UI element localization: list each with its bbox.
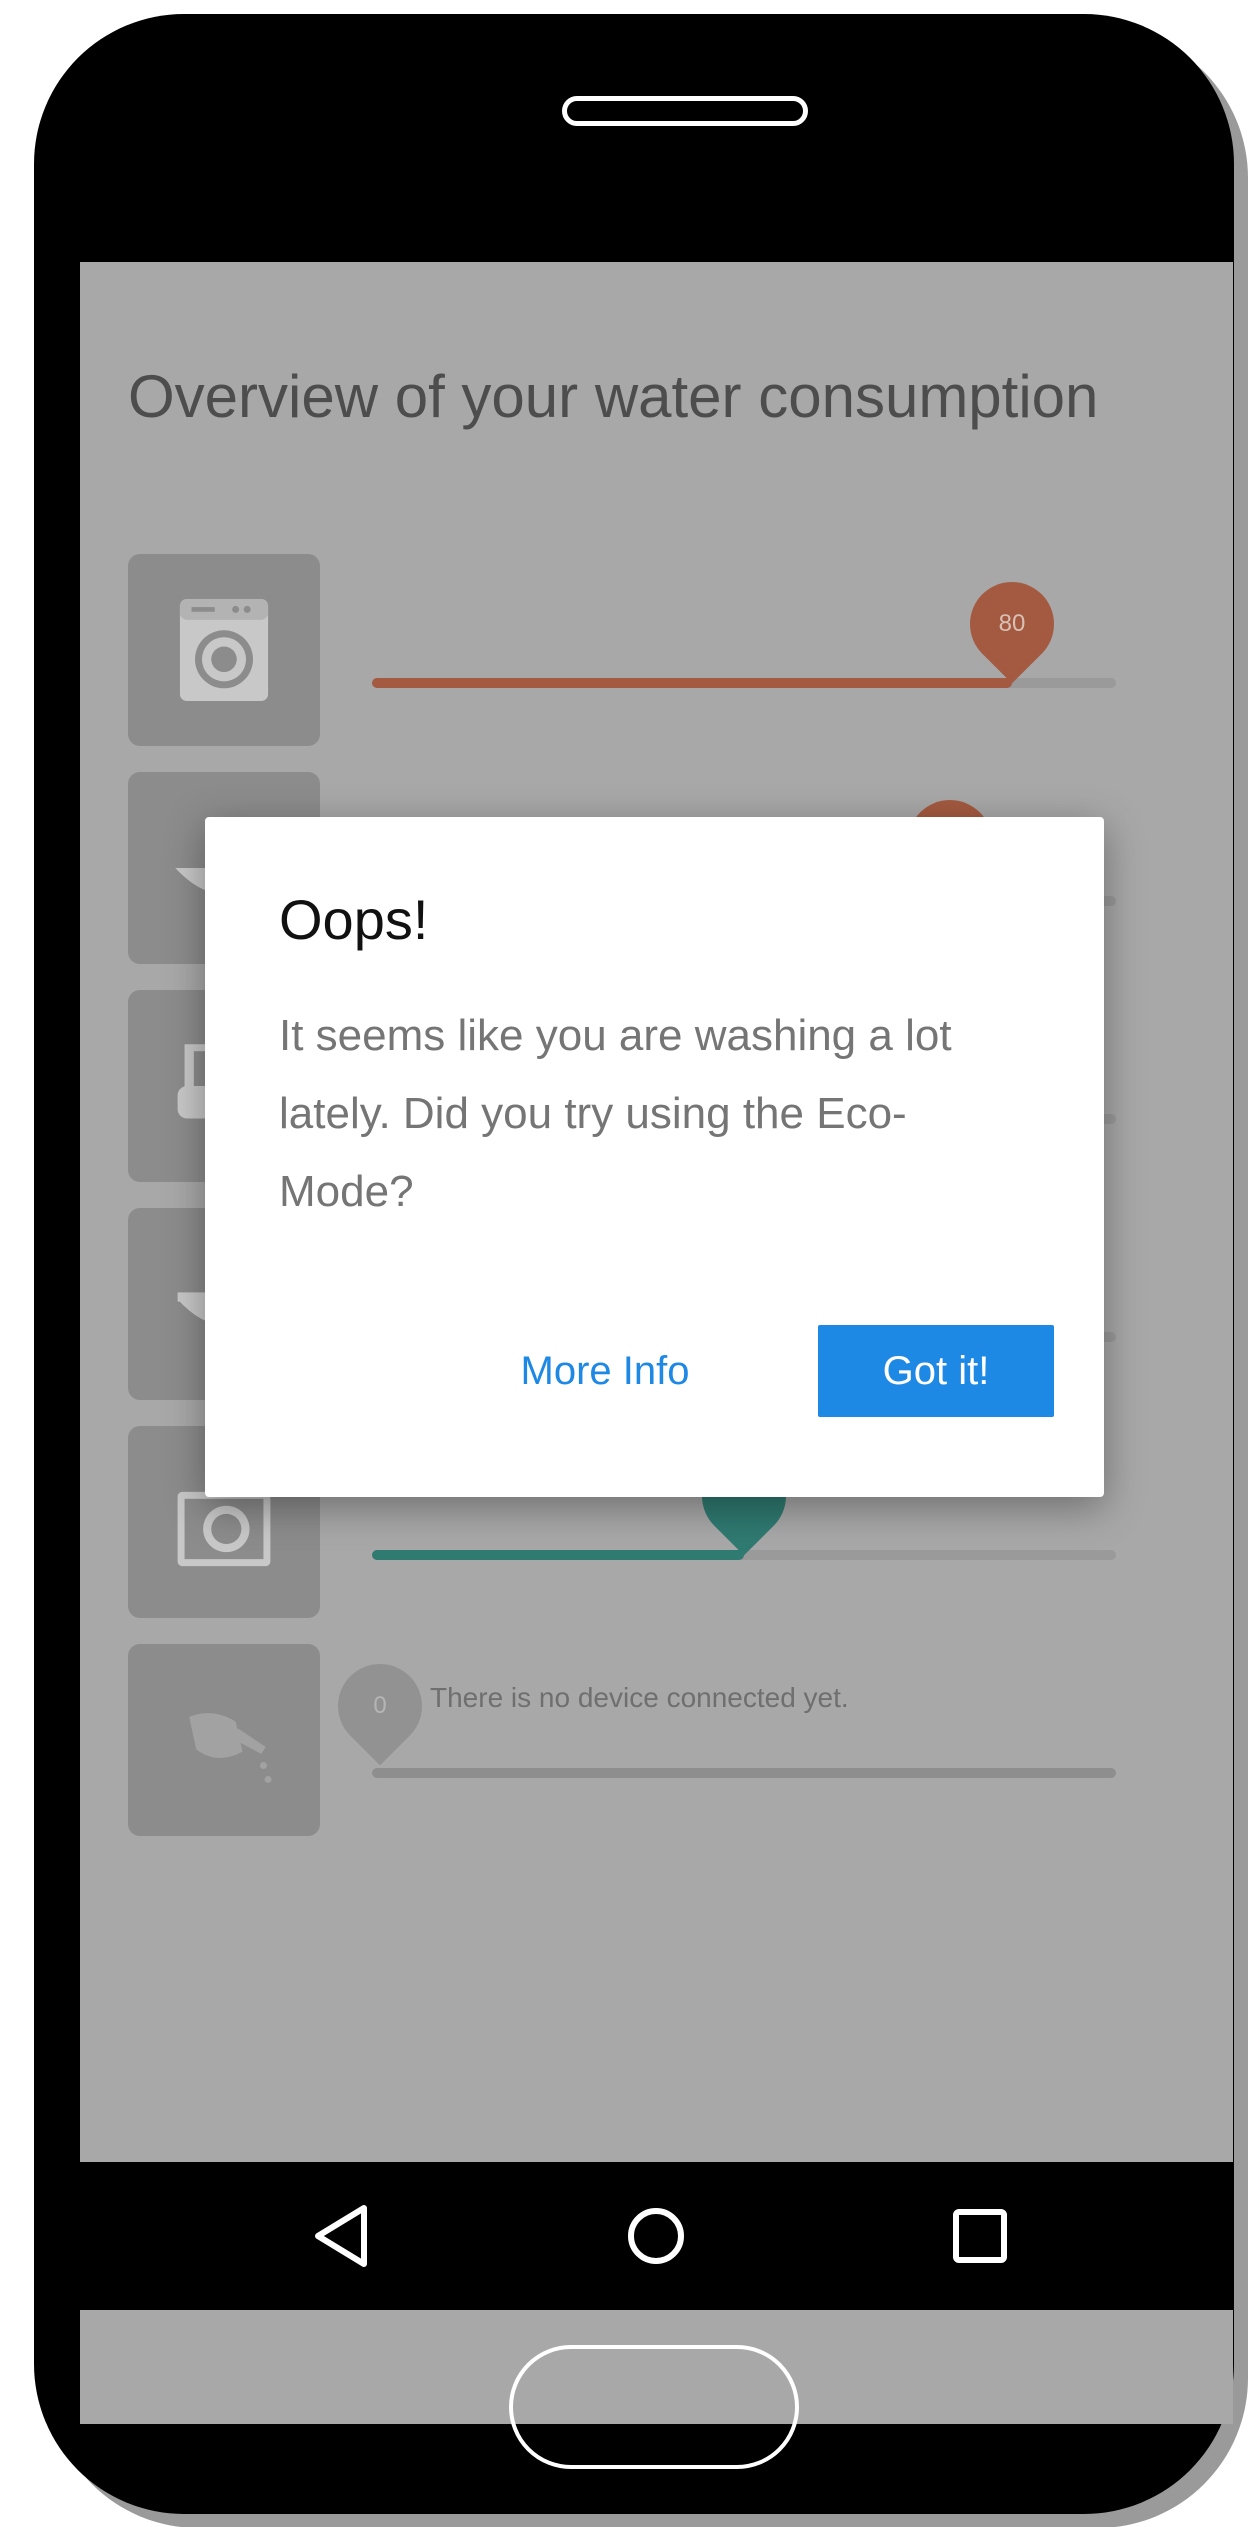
value-label: 80 xyxy=(998,610,1026,637)
slider-fill xyxy=(372,1550,744,1560)
back-icon[interactable] xyxy=(304,2198,380,2274)
page-title: Overview of your water consumption xyxy=(128,363,1099,430)
device-tile[interactable] xyxy=(128,554,320,746)
home-icon[interactable] xyxy=(618,2198,694,2274)
value-label: 0 xyxy=(373,1692,387,1719)
device-tile[interactable] xyxy=(128,1644,320,1836)
app-screen: Overview of your water consumption 80 0 … xyxy=(80,262,1233,2424)
consumption-slider[interactable] xyxy=(372,678,1116,688)
got-it-button[interactable]: Got it! xyxy=(818,1325,1054,1417)
watering-can-icon xyxy=(189,1713,272,1783)
more-info-button[interactable]: More Info xyxy=(485,1325,725,1417)
device-row-washing-machine: 80 xyxy=(128,554,1128,746)
device-row-watering-can: 0 There is no device connected yet. xyxy=(128,1644,1128,1836)
dialog-title: Oops! xyxy=(279,888,429,951)
dialog-message: It seems like you are washing a lot late… xyxy=(279,1011,952,1216)
alert-dialog: Oops! It seems like you are washing a lo… xyxy=(205,817,1104,1497)
washing-machine-icon xyxy=(179,598,269,702)
consumption-slider[interactable] xyxy=(372,1768,1116,1778)
no-device-message: There is no device connected yet. xyxy=(430,1682,849,1713)
navigation-bar xyxy=(80,2162,1233,2310)
hardware-home-button[interactable] xyxy=(509,2345,799,2469)
recents-icon[interactable] xyxy=(942,2198,1018,2274)
speaker-grille xyxy=(562,96,808,126)
slider-fill xyxy=(372,678,1012,688)
